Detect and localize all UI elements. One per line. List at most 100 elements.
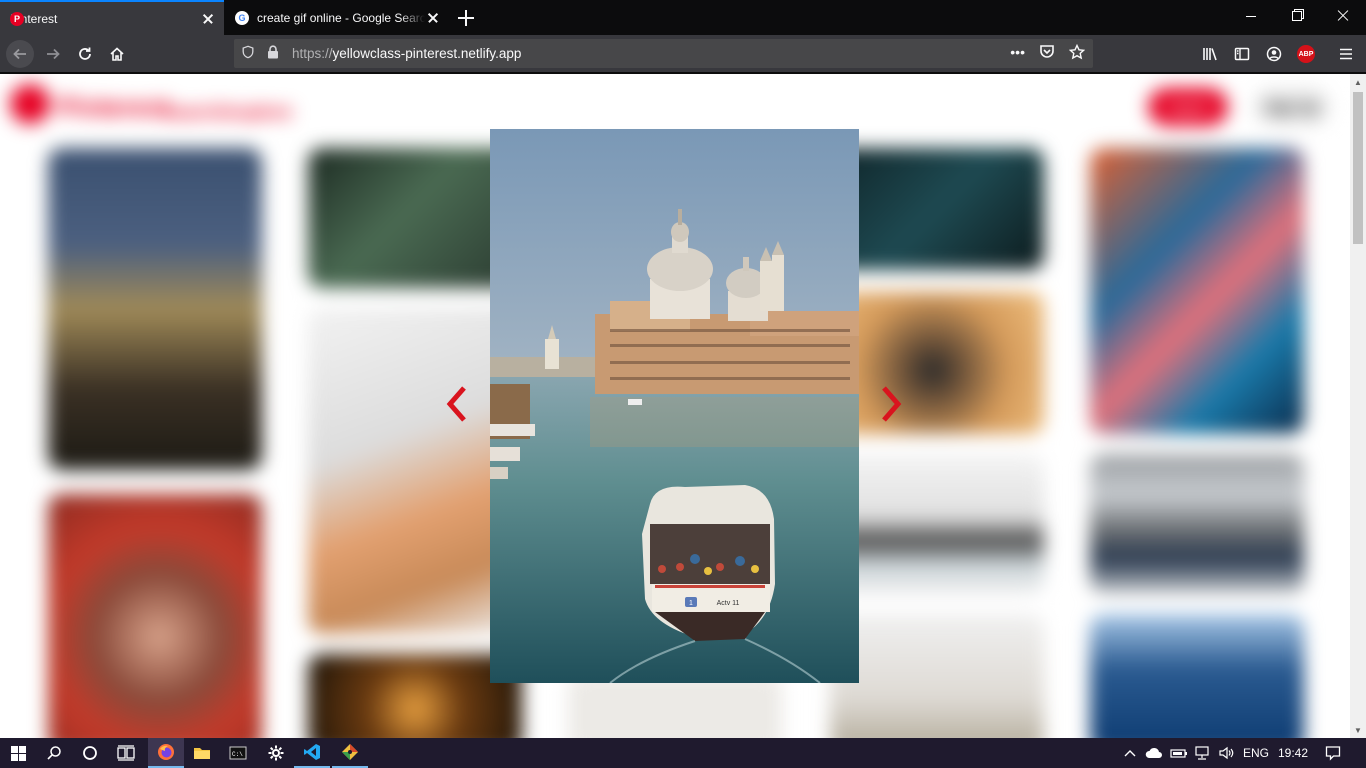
pin-card[interactable] <box>1090 614 1304 738</box>
pin-card[interactable] <box>830 148 1044 270</box>
vscode-icon <box>304 744 320 760</box>
settings-icon <box>268 745 284 761</box>
page-scrollbar[interactable]: ▲ ▼ <box>1350 74 1366 738</box>
close-window-button[interactable] <box>1320 0 1366 32</box>
adblock-plus-button[interactable]: ABP <box>1292 40 1320 68</box>
modal-image-venice[interactable]: 1 Actv 11 <box>490 129 859 683</box>
onedrive-icon[interactable] <box>1144 738 1164 768</box>
library-icon[interactable] <box>1196 40 1224 68</box>
menu-icon[interactable] <box>1332 40 1360 68</box>
close-icon <box>1337 10 1349 22</box>
url-scheme: https:// <box>292 46 333 61</box>
url-text[interactable]: https://yellowclass-pinterest.netlify.ap… <box>284 46 1010 61</box>
pin-card[interactable] <box>1090 148 1304 434</box>
chevron-right-icon <box>882 386 902 422</box>
sidebar-icon[interactable] <box>1228 40 1256 68</box>
git-button[interactable] <box>332 738 368 768</box>
file-explorer-icon <box>194 748 210 759</box>
page-viewport: Pinterest search/explore Log in Sign Up <box>0 74 1350 738</box>
pin-card[interactable] <box>830 292 1044 434</box>
bookmark-star-icon[interactable] <box>1068 43 1086 63</box>
page-actions-icon[interactable]: ••• <box>1010 44 1025 63</box>
pin-card[interactable] <box>830 614 1044 738</box>
git-icon <box>342 744 358 760</box>
home-button[interactable] <box>103 40 131 68</box>
vscode-button[interactable] <box>294 738 330 768</box>
home-icon <box>110 47 124 61</box>
restore-icon <box>1292 11 1302 21</box>
next-image-button[interactable] <box>876 384 906 424</box>
adblock-plus-icon: ABP <box>1297 45 1315 63</box>
back-button[interactable] <box>6 40 34 68</box>
show-hidden-icons-button[interactable] <box>1120 738 1140 768</box>
arrow-right-icon <box>47 48 60 60</box>
task-view-button[interactable] <box>108 738 144 768</box>
pin-card[interactable] <box>1090 454 1304 594</box>
minimize-icon <box>1246 15 1256 17</box>
scroll-down-icon[interactable]: ▼ <box>1350 722 1366 738</box>
account-icon[interactable] <box>1260 40 1288 68</box>
tracking-shield-icon[interactable] <box>234 45 262 62</box>
reload-icon <box>79 47 91 60</box>
terminal-button[interactable]: C:\ <box>220 738 256 768</box>
notification-icon <box>1325 746 1341 761</box>
pin-card[interactable] <box>568 674 782 738</box>
scroll-up-icon[interactable]: ▲ <box>1350 74 1366 90</box>
scroll-thumb[interactable] <box>1353 92 1363 244</box>
start-icon <box>10 745 26 761</box>
new-tab-button[interactable] <box>456 8 476 28</box>
url-host: yellowclass-pinterest.netlify.app <box>332 46 522 61</box>
chevron-up-icon <box>1124 750 1136 757</box>
forward-button[interactable] <box>39 40 67 68</box>
minimize-button[interactable] <box>1228 0 1274 32</box>
search-button[interactable] <box>36 738 72 768</box>
reload-button[interactable] <box>71 40 99 68</box>
url-bar[interactable]: https://yellowclass-pinterest.netlify.ap… <box>234 39 1093 68</box>
chevron-left-icon <box>446 386 466 422</box>
start-button[interactable] <box>0 738 36 768</box>
tab-google-search[interactable]: G create gif online - Google Search <box>225 0 449 35</box>
site-subtitle: search/explore <box>165 102 293 122</box>
restore-button[interactable] <box>1274 0 1320 32</box>
settings-button[interactable] <box>258 738 294 768</box>
pocket-icon[interactable] <box>1039 44 1055 63</box>
action-center-button[interactable] <box>1320 738 1346 768</box>
task-view-icon <box>117 745 135 761</box>
cortana-icon <box>83 746 97 760</box>
firefox-taskbar-button[interactable] <box>148 738 184 768</box>
network-icon[interactable] <box>1192 738 1214 768</box>
login-button[interactable]: Log in <box>1148 88 1228 126</box>
tab-title: create gif online - Google Search <box>257 10 425 25</box>
search-icon <box>47 746 61 760</box>
arrow-left-icon <box>13 48 26 60</box>
signup-button[interactable]: Sign Up <box>1254 88 1330 126</box>
pin-card[interactable] <box>48 494 262 738</box>
pinterest-logo-icon <box>10 84 50 124</box>
site-logo: Pinterest <box>58 92 170 122</box>
boat-number: 1 <box>689 600 693 607</box>
svg-text:C:\: C:\ <box>232 751 243 758</box>
clock[interactable]: 19:42 <box>1276 738 1310 768</box>
file-explorer-button[interactable] <box>184 738 220 768</box>
previous-image-button[interactable] <box>442 384 472 424</box>
close-tab-icon[interactable] <box>425 10 441 26</box>
lock-icon[interactable] <box>262 45 284 62</box>
terminal-icon: C:\ <box>229 746 247 760</box>
firefox-icon <box>158 744 174 760</box>
google-icon: G <box>235 10 249 25</box>
pin-card[interactable] <box>48 148 262 470</box>
language-indicator[interactable]: ENG <box>1242 738 1270 768</box>
tab-strip: P Pinterest G create gif online - Google… <box>0 0 1366 35</box>
volume-icon[interactable] <box>1216 738 1238 768</box>
windows-taskbar: C:\ ENG 19:42 <box>0 738 1366 768</box>
battery-icon[interactable] <box>1168 738 1190 768</box>
boat-label: Actv 11 <box>717 600 740 607</box>
close-tab-icon[interactable] <box>200 11 216 27</box>
tab-title: Pinterest <box>10 11 58 26</box>
cortana-button[interactable] <box>72 738 108 768</box>
pin-card[interactable] <box>830 454 1044 594</box>
tab-pinterest[interactable]: P Pinterest <box>0 0 224 35</box>
pinterest-icon: P <box>10 11 24 26</box>
venice-canal-image: 1 Actv 11 <box>490 129 859 683</box>
navigation-toolbar: https://yellowclass-pinterest.netlify.ap… <box>0 35 1366 73</box>
